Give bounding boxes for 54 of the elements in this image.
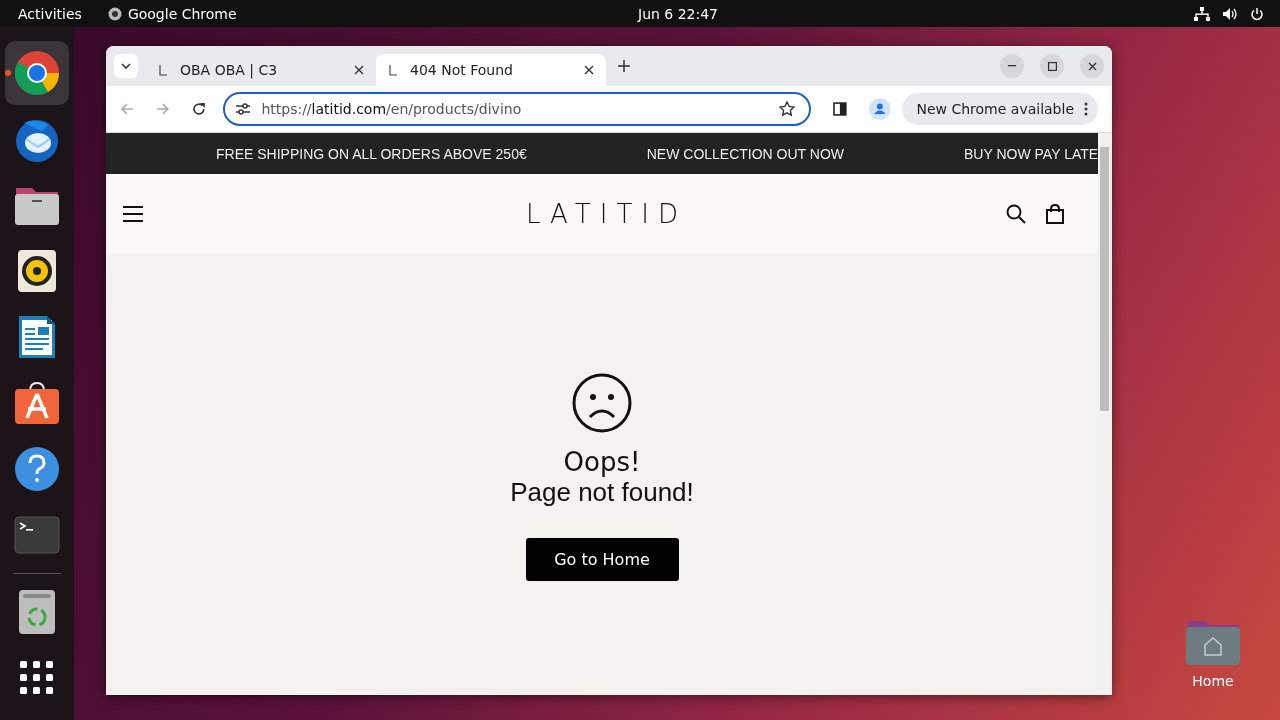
chrome-icon [13, 49, 61, 97]
star-icon[interactable] [779, 101, 795, 117]
home-folder[interactable]: Home [1178, 617, 1248, 689]
menu-icon[interactable] [122, 205, 144, 222]
dock-item[interactable] [5, 41, 69, 105]
favicon-icon [388, 64, 398, 76]
network-icon[interactable] [1194, 6, 1210, 21]
chevron-down-icon [121, 63, 131, 69]
update-button[interactable]: New Chrome available [902, 93, 1098, 125]
chrome-icon [107, 6, 122, 21]
clock[interactable]: Jun 6 22:47 [638, 5, 719, 22]
error-message: Page not found! [510, 477, 694, 508]
site-settings-icon[interactable] [235, 102, 252, 116]
logo[interactable]: LATITID [526, 198, 687, 229]
maximize-icon [1047, 61, 1057, 71]
url-text: https://latitid.com/en/products/divino [261, 101, 522, 117]
announcement-text: FREE SHIPPING ON ALL ORDERS ABOVE 250€ [216, 145, 527, 162]
running-indicator [5, 70, 11, 76]
activities-button[interactable]: Activities [18, 5, 82, 22]
speaker-icon [17, 249, 57, 293]
home-button[interactable]: Go to Home [525, 538, 679, 581]
sad-face-icon [572, 373, 632, 433]
browser-tab[interactable]: 404 Not Found [376, 54, 606, 86]
tab-search-button[interactable] [114, 54, 138, 78]
volume-icon[interactable] [1222, 6, 1238, 21]
reload-icon[interactable] [191, 102, 206, 116]
close-icon[interactable] [584, 65, 594, 75]
favicon-icon [158, 64, 168, 76]
scrollbar[interactable] [1098, 133, 1112, 695]
shopping-bag-icon [14, 381, 60, 425]
announcement-text: NEW COLLECTION OUT NOW [646, 145, 845, 162]
app-grid-icon [20, 661, 54, 695]
address-bar[interactable]: https://latitid.com/en/products/divino [223, 92, 811, 126]
search-icon[interactable] [1006, 203, 1026, 224]
error-heading: Oops! [563, 447, 641, 477]
trash-icon [18, 589, 56, 635]
shopping-bag-icon[interactable] [1046, 203, 1064, 224]
side-panel-icon[interactable] [833, 102, 847, 116]
folder-label: Home [1192, 673, 1234, 689]
maximize-button[interactable] [1040, 54, 1064, 78]
close-button[interactable] [1080, 54, 1104, 78]
app-menu[interactable]: Google Chrome [107, 5, 237, 22]
profile-icon[interactable] [868, 98, 891, 120]
terminal-icon [14, 516, 60, 554]
close-icon[interactable] [354, 65, 364, 75]
document-icon [17, 314, 57, 360]
announcement-text: BUY NOW PAY LATE [964, 145, 1098, 162]
browser-tab[interactable]: OBA OBA | C3 [146, 54, 376, 86]
new-tab-icon[interactable] [618, 60, 630, 72]
minimize-icon [1008, 65, 1016, 67]
power-icon[interactable] [1250, 6, 1264, 21]
more-icon [1084, 102, 1088, 116]
close-icon [1087, 61, 1097, 71]
help-icon [14, 446, 60, 492]
